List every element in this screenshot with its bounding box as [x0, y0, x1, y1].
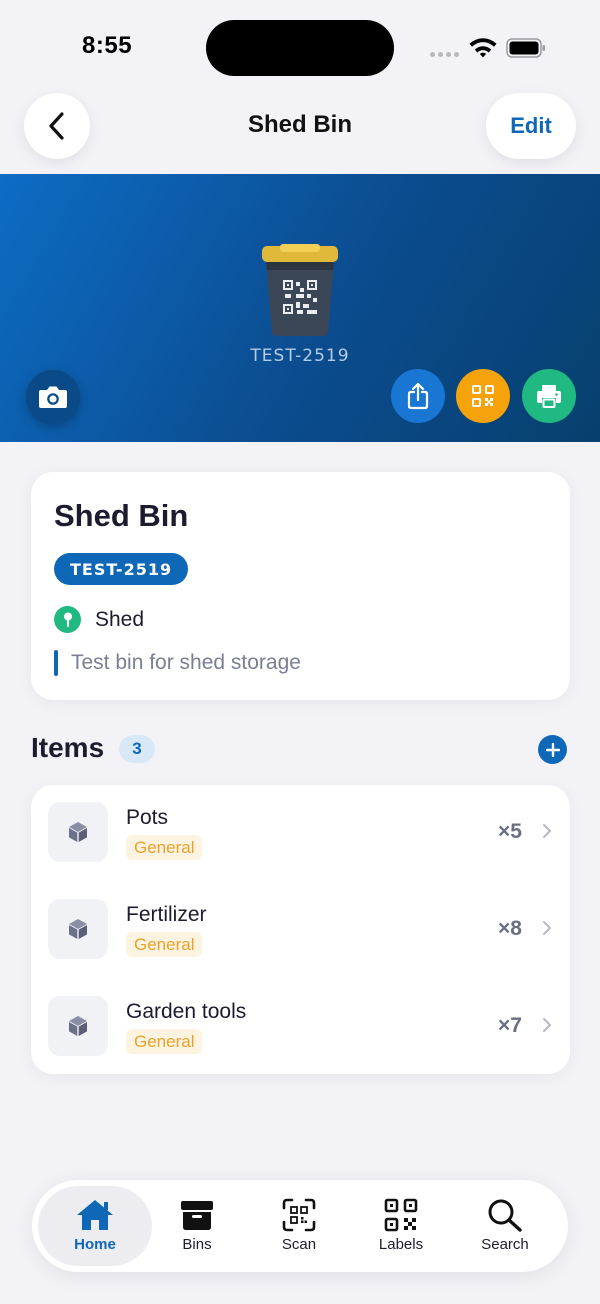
battery-icon: [506, 38, 545, 58]
chevron-right-icon: [543, 921, 551, 935]
item-quantity: ×7: [498, 1014, 522, 1037]
status-bar: 8:55: [0, 0, 600, 96]
bin-name: Shed Bin: [54, 498, 189, 533]
magnifier-icon: [488, 1199, 522, 1232]
qr-code-icon: [472, 385, 494, 407]
cube-icon: [69, 822, 87, 842]
qr-code-button[interactable]: [456, 369, 510, 423]
qr-bin-icon: [262, 244, 338, 336]
item-category-tag: General: [126, 835, 203, 860]
wifi-icon: [469, 38, 497, 58]
description-text: Test bin for shed storage: [71, 651, 301, 674]
tab-search[interactable]: Search: [448, 1186, 562, 1266]
tab-label: Home: [74, 1236, 116, 1253]
item-category-tag: General: [126, 932, 203, 957]
location-pin-icon: [54, 606, 81, 633]
cube-icon: [69, 919, 87, 939]
bin-description: Test bin for shed storage: [54, 650, 301, 676]
bin-location: Shed: [54, 606, 144, 633]
tab-labels[interactable]: Labels: [344, 1186, 458, 1266]
item-thumbnail: [48, 899, 108, 959]
tab-label: Scan: [281, 1236, 317, 1253]
status-time: 8:55: [82, 32, 133, 59]
tab-label: Bins: [182, 1236, 212, 1253]
item-name: Garden tools: [126, 1000, 247, 1023]
camera-icon: [39, 386, 67, 408]
item-quantity: ×5: [498, 820, 522, 843]
tab-bar: Home Bins Scan Labels Search: [32, 1180, 568, 1272]
dynamic-island: [206, 20, 394, 76]
tab-scan[interactable]: Scan: [242, 1186, 356, 1266]
items-list: Pots General ×5 Fertilizer General ×8 Ga…: [31, 785, 570, 1074]
items-count-badge: 3: [119, 735, 155, 763]
tab-home[interactable]: Home: [38, 1186, 152, 1266]
archive-box-icon: [181, 1201, 213, 1230]
item-name: Pots: [126, 806, 169, 829]
edit-button[interactable]: Edit: [486, 93, 576, 159]
plus-icon: [545, 742, 560, 757]
qr-scan-icon: [282, 1198, 316, 1232]
chevron-right-icon: [543, 1018, 551, 1032]
share-button[interactable]: [391, 369, 445, 423]
cellular-signal-icon: [430, 52, 459, 57]
tab-bins[interactable]: Bins: [140, 1186, 254, 1266]
bin-hero-banner: TEST-2519: [0, 174, 600, 442]
items-section-title: Items: [31, 732, 105, 763]
list-item[interactable]: Pots General ×5: [31, 785, 570, 882]
print-button[interactable]: [522, 369, 576, 423]
qr-code-icon: [384, 1198, 418, 1232]
chevron-right-icon: [543, 824, 551, 838]
house-icon: [77, 1200, 113, 1230]
item-thumbnail: [48, 802, 108, 862]
share-icon: [407, 382, 429, 410]
tab-label: Labels: [378, 1236, 424, 1253]
item-quantity: ×8: [498, 917, 522, 940]
hero-bin-code: TEST-2519: [250, 346, 350, 366]
tab-label: Search: [481, 1236, 529, 1253]
cube-icon: [69, 1016, 87, 1036]
location-label: Shed: [95, 607, 145, 631]
add-item-button[interactable]: [538, 735, 567, 764]
bin-code-badge: TEST-2519: [54, 553, 189, 585]
list-item[interactable]: Fertilizer General ×8: [31, 882, 570, 979]
item-category-tag: General: [126, 1029, 203, 1054]
printer-icon: [537, 385, 561, 408]
item-name: Fertilizer: [126, 903, 207, 926]
bin-info-card: Shed Bin TEST-2519 Shed Test bin for she…: [31, 472, 570, 700]
description-accent-bar: [54, 650, 58, 676]
camera-button[interactable]: [26, 370, 80, 424]
list-item[interactable]: Garden tools General ×7: [31, 979, 570, 1076]
item-thumbnail: [48, 996, 108, 1056]
